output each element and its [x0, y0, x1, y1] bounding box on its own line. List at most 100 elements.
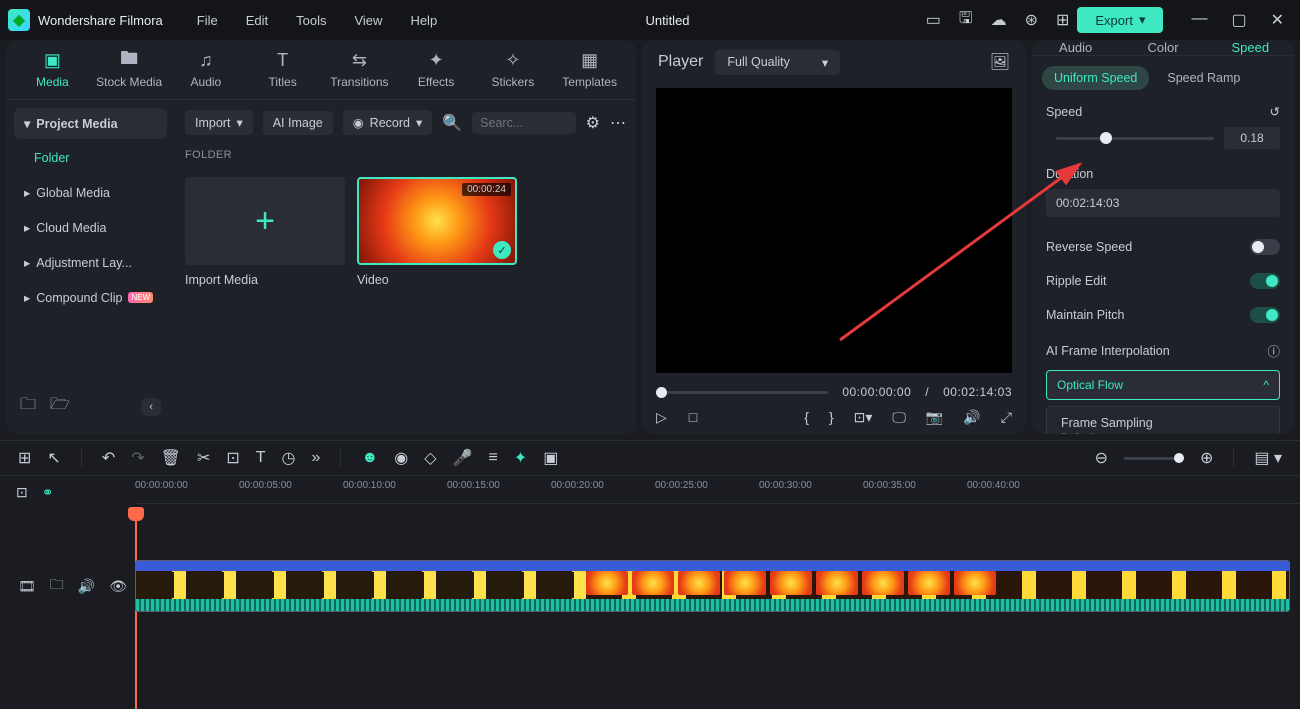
export-button[interactable]: Export▾ — [1077, 7, 1163, 33]
search-box[interactable] — [472, 112, 575, 134]
display-icon[interactable]: 🖵 — [892, 409, 906, 426]
marker-icon[interactable]: ▣ — [543, 448, 558, 468]
video-clip[interactable]: ▶ Video — [135, 560, 1290, 612]
maximize-icon[interactable]: ▢ — [1231, 10, 1246, 30]
track-eye-icon[interactable]: 👁 — [109, 578, 127, 595]
speed-icon[interactable]: ◷ — [282, 448, 296, 468]
markin-icon[interactable]: { — [804, 409, 809, 426]
new-bin-icon[interactable]: 🗁 — [50, 393, 70, 420]
fullscreen-icon[interactable]: ⤢ — [1001, 409, 1012, 426]
tl-cursor-icon[interactable]: ↖ — [47, 448, 60, 468]
video-card[interactable]: 00:00:24 ✓ Video — [357, 177, 517, 287]
zoom-slider[interactable] — [1124, 457, 1184, 460]
auto-icon[interactable]: ✦ — [514, 448, 527, 468]
preview-video[interactable] — [656, 88, 1012, 373]
import-card[interactable]: + Import Media — [185, 177, 345, 287]
crop-icon[interactable]: ⊡ — [226, 448, 239, 468]
zoomin-icon[interactable]: ⊕ — [1200, 448, 1213, 468]
quality-select[interactable]: Full Quality▾ — [715, 50, 840, 75]
view-icon[interactable]: ▤ ▾ — [1254, 448, 1282, 468]
ptab-speed[interactable]: Speed — [1207, 40, 1294, 55]
save-icon[interactable]: 🖫 — [959, 7, 973, 34]
ruler[interactable]: 00:00:00:00 00:00:05:00 00:00:10:00 00:0… — [135, 476, 1300, 504]
color-icon[interactable]: ◉ — [394, 448, 408, 468]
tl-add-icon[interactable]: ⊞ — [18, 448, 31, 468]
stab-ramp[interactable]: Speed Ramp — [1155, 66, 1252, 90]
record-button[interactable]: ◉ Record ▾ — [343, 110, 433, 135]
undo-icon[interactable]: ↶ — [102, 448, 115, 468]
sidebar-global[interactable]: ▸ Global Media — [14, 177, 167, 208]
reverse-toggle[interactable] — [1250, 239, 1280, 255]
ratio-icon[interactable]: ⊡▾ — [854, 409, 873, 426]
ptab-audio[interactable]: Audio — [1032, 40, 1119, 55]
tab-stickers[interactable]: ✧Stickers — [475, 40, 552, 99]
cut-icon[interactable]: ✂ — [197, 448, 210, 468]
filter-icon[interactable]: ⚙ — [586, 113, 600, 133]
sidebar-folder[interactable]: Folder — [14, 143, 167, 173]
tab-stockmedia[interactable]: 🖿Stock Media — [91, 40, 168, 99]
ptab-color[interactable]: Color — [1119, 40, 1206, 55]
more-tools-icon[interactable]: » — [312, 449, 321, 467]
speed-value[interactable]: 0.18 — [1224, 127, 1280, 149]
opt-framesampling[interactable]: Frame SamplingDefault — [1047, 407, 1279, 434]
menu-file[interactable]: File — [197, 13, 218, 28]
snapshot-icon[interactable]: 🖼 — [990, 52, 1010, 72]
tab-titles[interactable]: TTitles — [244, 40, 321, 99]
tl-link-icon[interactable]: ⚭ — [42, 484, 54, 501]
mask-icon[interactable]: ◇ — [424, 448, 436, 468]
more-icon[interactable]: ⋯ — [610, 113, 626, 133]
sidebar-header[interactable]: ▾ Project Media — [14, 108, 167, 139]
new-folder-icon[interactable]: 🗀 — [20, 393, 36, 420]
nav-back[interactable]: ‹ — [141, 398, 161, 416]
stock-icon: 🖿 — [120, 51, 138, 71]
tab-audio[interactable]: ♫Audio — [168, 40, 245, 99]
menu-view[interactable]: View — [354, 13, 382, 28]
sidebar-compound[interactable]: ▸ Compound Clip NEW — [14, 282, 167, 313]
apps-icon[interactable]: ⊞ — [1056, 10, 1069, 30]
ripple-toggle[interactable] — [1250, 273, 1280, 289]
ai-icon[interactable]: ☻ — [361, 449, 378, 467]
seekbar[interactable] — [656, 391, 828, 394]
tab-templates[interactable]: ▦Templates — [551, 40, 628, 99]
interp-select[interactable]: Optical Flow^ — [1046, 370, 1280, 400]
menu-edit[interactable]: Edit — [246, 13, 268, 28]
tl-clip-icon[interactable]: ⊡ — [16, 484, 28, 501]
markout-icon[interactable]: } — [829, 409, 834, 426]
stab-uniform[interactable]: Uniform Speed — [1042, 66, 1149, 90]
track-audio-icon[interactable]: 🔊 — [78, 578, 95, 595]
sidebar-cloud[interactable]: ▸ Cloud Media — [14, 212, 167, 243]
delete-icon[interactable]: 🗑 — [161, 448, 181, 468]
tab-transitions[interactable]: ⇆Transitions — [321, 40, 398, 99]
track-lock-icon[interactable]: 🗀 — [50, 574, 64, 598]
search-input[interactable] — [480, 116, 567, 130]
stop-icon[interactable]: □ — [689, 409, 697, 426]
video-track: 🎞 🗀 🔊 👁 ▶ Video — [0, 557, 1300, 615]
sidebar-adjustment[interactable]: ▸ Adjustment Lay... — [14, 247, 167, 278]
media-icon: ▣ — [44, 51, 61, 71]
tab-effects[interactable]: ✦Effects — [398, 40, 475, 99]
headset-icon[interactable]: ⊛ — [1025, 10, 1038, 30]
play-icon[interactable]: ▷ — [656, 409, 667, 426]
ai-image-button[interactable]: AI Image — [263, 111, 333, 135]
mic-icon[interactable]: 🎤 — [453, 448, 473, 468]
menu-help[interactable]: Help — [410, 13, 437, 28]
close-icon[interactable]: ✕ — [1271, 10, 1284, 30]
import-button[interactable]: Import ▾ — [185, 110, 253, 135]
speed-slider[interactable] — [1056, 137, 1214, 140]
cloud-icon[interactable]: ☁ — [991, 10, 1007, 30]
reset-speed-icon[interactable]: ↺ — [1270, 104, 1280, 119]
tab-media[interactable]: ▣Media — [14, 40, 91, 99]
minimize-icon[interactable]: — — [1191, 10, 1207, 30]
zoomout-icon[interactable]: ⊖ — [1095, 448, 1108, 468]
layout-icon[interactable]: ▭ — [926, 10, 941, 30]
track-video-icon[interactable]: 🎞 — [18, 578, 36, 595]
help-icon[interactable]: ⓘ — [1267, 341, 1280, 360]
redo-icon[interactable]: ↷ — [131, 448, 144, 468]
pitch-toggle[interactable] — [1250, 307, 1280, 323]
menu-tools[interactable]: Tools — [296, 13, 326, 28]
volume-icon[interactable]: 🔊 — [963, 409, 980, 426]
text-icon[interactable]: T — [256, 449, 266, 467]
camera-icon[interactable]: 📷 — [926, 409, 943, 426]
duration-field[interactable]: 00:02:14:03 — [1046, 189, 1280, 217]
mixer-icon[interactable]: ≡ — [488, 449, 497, 467]
